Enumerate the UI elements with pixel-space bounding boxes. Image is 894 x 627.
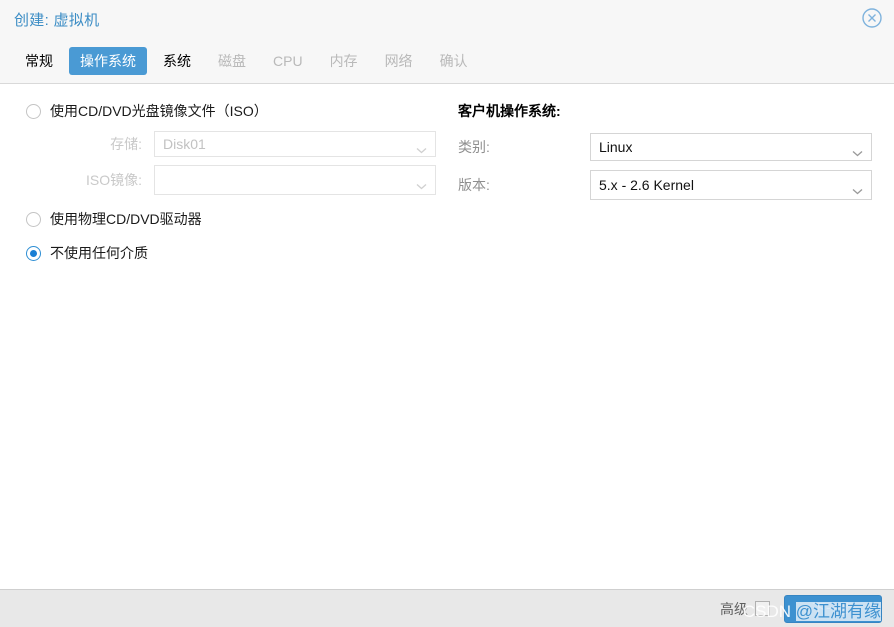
- advanced-checkbox[interactable]: [755, 601, 770, 616]
- storage-select[interactable]: Disk01: [154, 131, 436, 157]
- storage-value: Disk01: [163, 136, 206, 152]
- tab-confirm[interactable]: 确认: [429, 47, 479, 75]
- tab-memory[interactable]: 内存: [319, 47, 369, 75]
- os-version-label: 版本:: [458, 177, 490, 193]
- os-version-select[interactable]: 5.x - 2.6 Kernel: [590, 170, 872, 200]
- radio-physical-drive[interactable]: [26, 211, 41, 227]
- media-option-none-label: 不使用任何介质: [50, 245, 148, 261]
- os-type-label: 类别:: [458, 139, 490, 155]
- media-option-none[interactable]: 不使用任何介质: [0, 238, 452, 268]
- chevron-down-icon: [416, 177, 427, 190]
- tab-cpu[interactable]: CPU: [262, 47, 314, 75]
- chevron-down-icon: [852, 144, 863, 157]
- tab-network[interactable]: 网络: [374, 47, 424, 75]
- storage-field-row: 存储: Disk01: [0, 126, 452, 162]
- os-version-field-row: 版本: 5.x - 2.6 Kernel: [452, 167, 894, 203]
- radio-no-media[interactable]: [26, 245, 41, 261]
- os-type-select[interactable]: Linux: [590, 133, 872, 161]
- iso-image-select[interactable]: [154, 165, 436, 195]
- media-section: 使用CD/DVD光盘镜像文件（ISO） 存储: Disk01 ISO镜像: 使用…: [0, 84, 452, 268]
- guest-os-section: 客户机操作系统: 类别: Linux 版本: 5.x - 2.6 Kernel: [452, 84, 894, 203]
- dialog-footer: 高级 下一步 CSDN @江湖有缘: [0, 589, 894, 627]
- media-option-iso-label: 使用CD/DVD光盘镜像文件（ISO）: [50, 103, 268, 119]
- media-option-physical-label: 使用物理CD/DVD驱动器: [50, 211, 202, 227]
- iso-image-field-row: ISO镜像:: [0, 162, 452, 198]
- os-type-field-row: 类别: Linux: [452, 129, 894, 165]
- dialog-body: 使用CD/DVD光盘镜像文件（ISO） 存储: Disk01 ISO镜像: 使用…: [0, 84, 894, 589]
- create-vm-dialog: 创建: 虚拟机 常规 操作系统 系统 磁盘 CPU 内存 网络 确认 使用CD/…: [0, 0, 894, 627]
- tab-disk[interactable]: 磁盘: [207, 47, 257, 75]
- iso-image-label: ISO镜像:: [85, 172, 142, 188]
- media-option-physical[interactable]: 使用物理CD/DVD驱动器: [0, 204, 452, 234]
- guest-os-title: 客户机操作系统:: [458, 103, 561, 119]
- chevron-down-icon: [852, 182, 863, 195]
- os-type-value: Linux: [599, 139, 633, 155]
- tab-os[interactable]: 操作系统: [69, 46, 147, 75]
- dialog-header: 创建: 虚拟机 常规 操作系统 系统 磁盘 CPU 内存 网络 确认: [0, 0, 894, 84]
- tab-system[interactable]: 系统: [152, 47, 202, 75]
- chevron-down-icon: [416, 141, 427, 154]
- close-icon[interactable]: [860, 6, 884, 30]
- dialog-title: 创建: 虚拟机: [14, 11, 100, 29]
- radio-iso[interactable]: [26, 103, 41, 119]
- tab-general[interactable]: 常规: [14, 47, 64, 75]
- advanced-label: 高级: [720, 600, 748, 617]
- titlebar: 创建: 虚拟机: [0, 0, 894, 38]
- storage-label: 存储:: [110, 136, 142, 152]
- os-version-value: 5.x - 2.6 Kernel: [599, 177, 694, 193]
- tab-bar: 常规 操作系统 系统 磁盘 CPU 内存 网络 确认: [0, 38, 894, 84]
- media-option-iso[interactable]: 使用CD/DVD光盘镜像文件（ISO）: [0, 96, 452, 126]
- next-button[interactable]: 下一步: [784, 594, 882, 623]
